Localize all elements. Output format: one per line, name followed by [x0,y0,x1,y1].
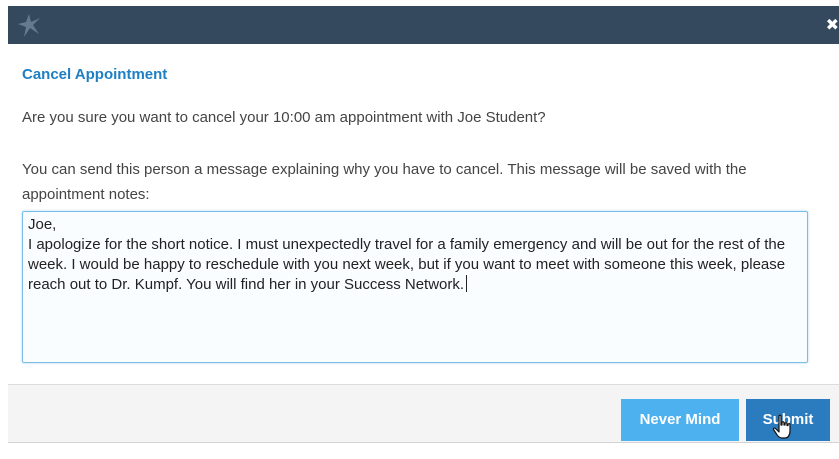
close-icon[interactable]: ✖ [817,6,839,44]
cancel-appointment-dialog: ✖ Cancel Appointment Are you sure you wa… [8,6,839,459]
footer-divider [8,442,839,443]
star-logo-icon [18,14,40,37]
dialog-heading: Cancel Appointment [22,66,168,83]
dialog-title-bar: ✖ [8,6,839,44]
hand-pointer-icon [772,414,791,439]
message-text: Joe, I apologize for the short notice. I… [28,216,786,293]
cancellation-message-textarea[interactable]: Joe, I apologize for the short notice. I… [22,211,808,363]
confirmation-question: Are you sure you want to cancel your 10:… [22,109,546,126]
message-instructions: You can send this person a message expla… [22,161,747,203]
never-mind-button[interactable]: Never Mind [621,399,739,441]
text-caret [466,275,468,292]
dialog-footer: Never Mind Submit [8,384,839,443]
